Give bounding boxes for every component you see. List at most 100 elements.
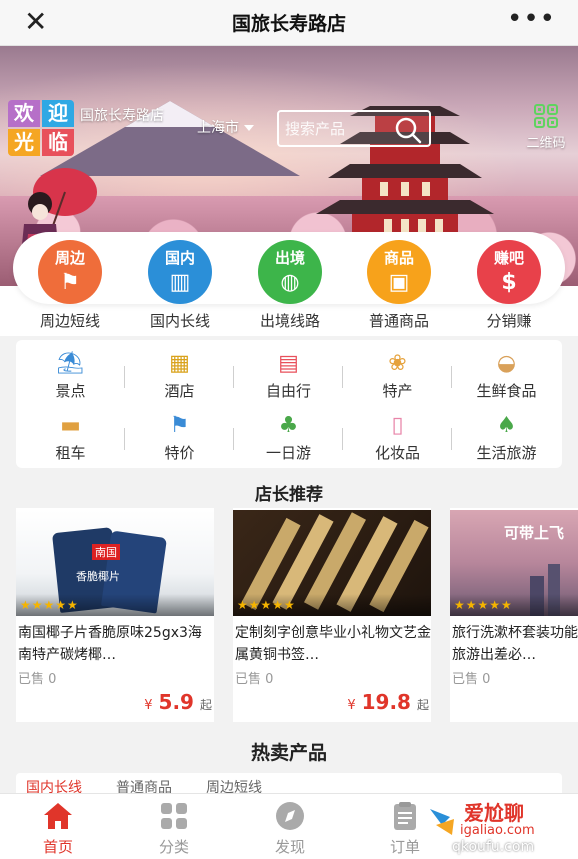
product-price: ¥19.8 起: [347, 690, 429, 714]
category-badge: 商品 ▣: [367, 240, 431, 304]
forest-icon: ♣: [278, 413, 299, 438]
price-value: 19.8: [361, 690, 411, 714]
watermark-title: 爱尬聊: [464, 801, 524, 825]
car-icon: ▬: [60, 413, 81, 438]
product-card[interactable]: 南国 香脆椰片 ★★★★★ 南国椰子片香脆原味25gx3海南特产碳烤椰… 已售 …: [16, 508, 214, 722]
category-badge-text: 出境: [274, 249, 305, 267]
nav-label: 发现: [274, 838, 305, 856]
luggage-icon: ▥: [169, 270, 191, 295]
nav-home[interactable]: 首页: [13, 800, 103, 857]
search-box[interactable]: [277, 110, 431, 147]
qr-code-button[interactable]: 二维码: [522, 104, 570, 152]
grid-divider: [342, 366, 343, 388]
grid-item-生鲜食品[interactable]: ◒ 生鲜食品: [452, 344, 561, 404]
city-label: 上海市: [197, 120, 239, 136]
product-image: 南国 香脆椰片 ★★★★★: [16, 510, 214, 616]
welcome-char-3: 光: [8, 129, 40, 156]
travel-life-icon: ♠: [496, 413, 517, 438]
product-card[interactable]: 可带上飞 ★★★★★ 旅行洗漱杯套装功能旅游出差必… 已售 0: [450, 508, 578, 722]
category-badge: 出境 ◍: [258, 240, 322, 304]
watermark-url-secondary: qkoufu.com: [452, 839, 535, 855]
product-sold-count: 已售 0: [452, 672, 491, 687]
city-selector[interactable]: 上海市: [197, 117, 254, 137]
grid-item-label: 特价: [164, 444, 195, 462]
product-image-text: 可带上飞: [504, 524, 565, 542]
grid-item-一日游[interactable]: ♣ 一日游: [234, 406, 343, 466]
product-card[interactable]: ★★★★★ 定制刻字创意毕业小礼物文艺金属黄铜书签… 已售 0 ¥19.8 起: [233, 508, 431, 722]
search-input[interactable]: [285, 117, 385, 141]
welcome-logo: 欢 迎 光 临: [8, 100, 76, 156]
category-badge: 周边 ⚑: [38, 240, 102, 304]
category-badge: 国内 ▥: [148, 240, 212, 304]
welcome-char-1: 欢: [8, 100, 40, 127]
product-name: 南国椰子片香脆原味25gx3海南特产碳烤椰…: [18, 625, 202, 663]
category-国内长线[interactable]: 国内 ▥ 国内长线: [135, 240, 225, 331]
bread-icon: ◒: [496, 351, 517, 376]
cosmetics-icon: ▯: [391, 413, 404, 438]
beach-icon: ⛱: [56, 351, 85, 376]
home-icon: [44, 803, 72, 829]
category-badge: 赚吧 $: [477, 240, 541, 304]
price-value: 5.9: [158, 690, 194, 714]
flag-icon: ⚑: [60, 270, 80, 295]
search-icon[interactable]: [393, 116, 423, 144]
gift-icon: ▣: [388, 270, 410, 295]
product-image: ★★★★★: [233, 510, 431, 616]
category-badge-text: 商品: [383, 249, 414, 267]
store-name: 国旅长寿路店: [80, 108, 164, 124]
category-label: 分销赚: [486, 312, 532, 330]
grid-divider: [342, 428, 343, 450]
grid-item-生活旅游[interactable]: ♠ 生活旅游: [452, 406, 561, 466]
chevron-down-icon: [244, 125, 254, 131]
product-brand-label: 南国: [92, 544, 120, 560]
hotel-icon: ▦: [169, 351, 190, 376]
section-title-hot: 热卖产品: [250, 742, 327, 764]
grid-divider: [233, 366, 234, 388]
more-icon[interactable]: •••: [507, 4, 556, 34]
price-suffix: 起: [416, 698, 429, 712]
category-普通商品[interactable]: 商品 ▣ 普通商品: [354, 240, 444, 331]
grid-item-label: 景点: [55, 382, 86, 400]
grid-divider: [124, 428, 125, 450]
product-caption-label: 香脆椰片: [76, 570, 120, 583]
grid-item-酒店[interactable]: ▦ 酒店: [125, 344, 234, 404]
flag-sale-icon: ⚑: [169, 413, 190, 438]
nav-discover[interactable]: 发现: [245, 800, 335, 857]
rating-stars: ★★★★★: [237, 598, 296, 612]
category-周边短线[interactable]: 周边 ⚑ 周边短线: [25, 240, 115, 331]
recommend-product-list[interactable]: 南国 香脆椰片 ★★★★★ 南国椰子片香脆原味25gx3海南特产碳烤椰… 已售 …: [16, 508, 578, 722]
product-sold-count: 已售 0: [235, 672, 274, 687]
compass-icon: [276, 802, 304, 830]
grid-item-特价[interactable]: ⚑ 特价: [125, 406, 234, 466]
grid-divider: [233, 428, 234, 450]
category-分销赚[interactable]: 赚吧 $ 分销赚: [464, 240, 554, 331]
category-label: 出境线路: [259, 312, 320, 330]
grid-item-自由行[interactable]: ▤ 自由行: [234, 344, 343, 404]
grid-item-租车[interactable]: ▬ 租车: [16, 406, 125, 466]
nav-category[interactable]: 分类: [129, 800, 219, 857]
money-bag-icon: $: [501, 270, 517, 295]
price-suffix: 起: [199, 698, 212, 712]
qr-code-icon: [534, 104, 558, 128]
grid-item-景点[interactable]: ⛱ 景点: [16, 344, 125, 404]
category-badge-text: 赚吧: [493, 249, 524, 267]
grid-divider: [451, 366, 452, 388]
welcome-char-2: 迎: [42, 100, 74, 127]
product-name: 旅行洗漱杯套装功能旅游出差必…: [452, 625, 578, 663]
category-badge-text: 周边: [54, 249, 85, 267]
grid-item-label: 租车: [55, 444, 86, 462]
grid-item-label: 酒店: [164, 382, 195, 400]
grid-item-label: 化妆品: [374, 444, 420, 462]
grid-item-特产[interactable]: ❀ 特产: [343, 344, 452, 404]
price-currency: ¥: [347, 698, 356, 713]
order-icon: [394, 802, 416, 830]
product-price: ¥5.9 起: [144, 690, 212, 714]
category-出境线路[interactable]: 出境 ◍ 出境线路: [245, 240, 335, 331]
product-name: 定制刻字创意毕业小礼物文艺金属黄铜书签…: [235, 625, 431, 663]
category-label: 普通商品: [368, 312, 429, 330]
grid-item-化妆品[interactable]: ▯ 化妆品: [343, 406, 452, 466]
qr-code-label: 二维码: [526, 136, 566, 151]
suitcase-icon: ▤: [278, 351, 299, 376]
grid-item-label: 生活旅游: [476, 444, 537, 462]
category-label: 周边短线: [39, 312, 100, 330]
